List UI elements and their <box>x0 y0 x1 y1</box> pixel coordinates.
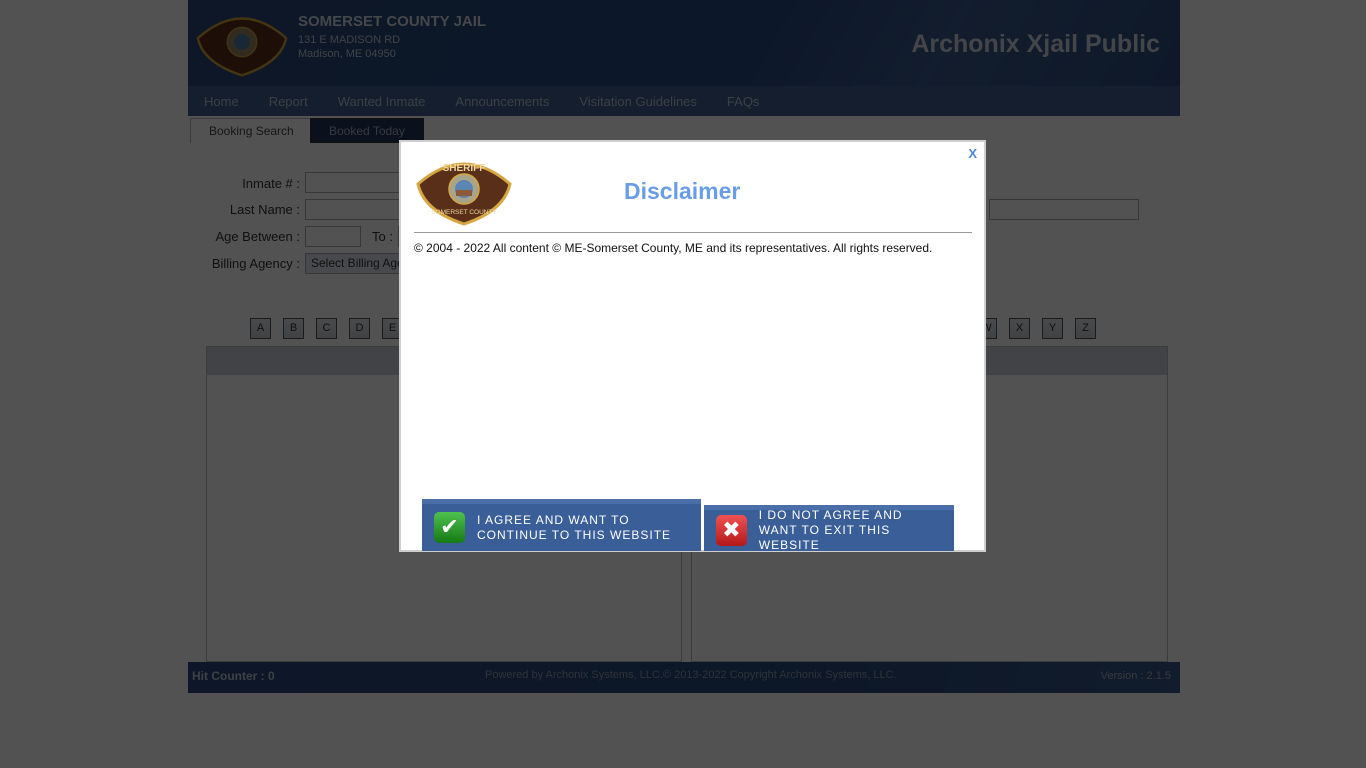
exit-line-1: I do not agree and <box>758 508 903 522</box>
agree-line-2: continue to this website <box>477 527 672 542</box>
modal-divider <box>414 232 972 233</box>
svg-text:SHERIFF: SHERIFF <box>443 163 486 174</box>
check-icon: ✔ <box>434 512 465 543</box>
sheriff-badge-logo: SHERIFF SOMERSET COUNTY <box>416 162 512 226</box>
disclaimer-text: © 2004 - 2022 All content © ME-Somerset … <box>414 241 933 255</box>
agree-button[interactable]: ✔ I agree and want to continue to this w… <box>422 499 701 551</box>
agree-line-1: I agree and want to <box>477 512 630 527</box>
x-icon: ✖ <box>716 515 747 546</box>
close-icon[interactable]: X <box>968 146 977 161</box>
exit-line-2: want to exit this website <box>758 523 891 552</box>
modal-title: Disclaimer <box>624 178 741 204</box>
exit-button[interactable]: ✖ I do not agree and want to exit this w… <box>704 505 954 553</box>
exit-button-label: I do not agree and want to exit this web… <box>759 508 954 553</box>
disclaimer-modal: SHERIFF SOMERSET COUNTY Disclaimer X © 2… <box>399 140 986 552</box>
agree-button-label: I agree and want to continue to this web… <box>477 513 671 543</box>
svg-text:SOMERSET COUNTY: SOMERSET COUNTY <box>431 209 497 216</box>
